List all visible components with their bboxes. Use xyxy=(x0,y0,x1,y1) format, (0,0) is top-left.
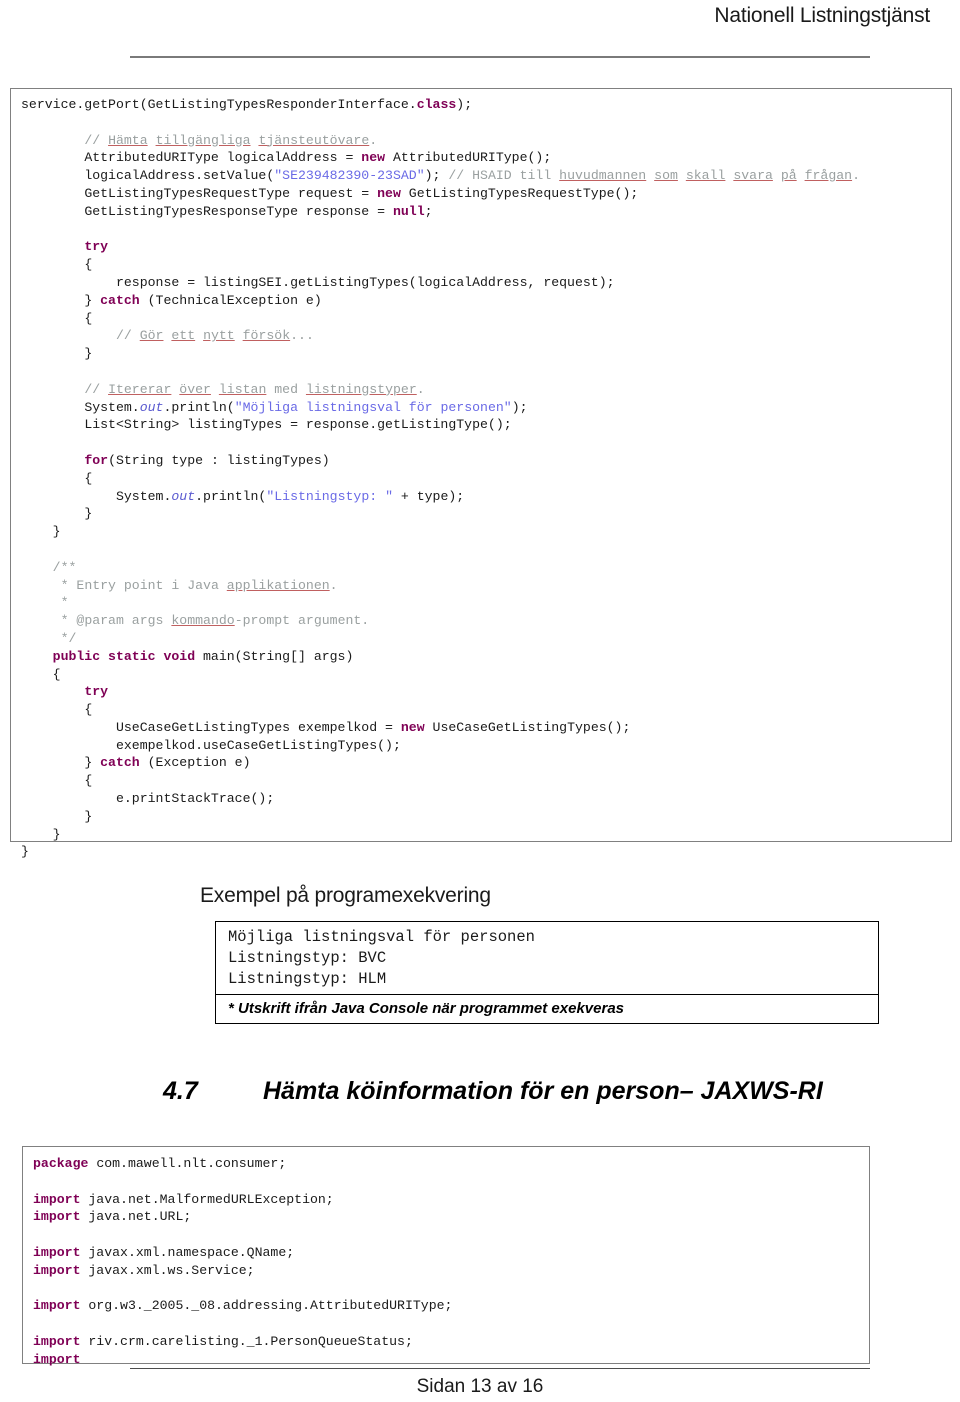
console-output-text: Möjliga listningsval för personen Listni… xyxy=(228,928,535,988)
code-block-bottom: package com.mawell.nlt.consumer; import … xyxy=(22,1146,870,1367)
code-block-top: service.getPort(GetListingTypesResponder… xyxy=(10,88,952,859)
section-number: 4.7 xyxy=(163,1077,198,1105)
console-output-note: * Utskrift ifrån Java Console när progra… xyxy=(216,994,878,1023)
header-divider xyxy=(130,56,870,58)
section-title: Hämta köinformation för en person– JAXWS… xyxy=(263,1077,823,1105)
console-output-box: Möjliga listningsval för personen Listni… xyxy=(215,921,879,1024)
section-heading: 4.7 Hämta köinformation för en person– JA… xyxy=(163,1077,823,1106)
footer-divider xyxy=(130,1368,870,1369)
example-section-title: Exempel på programexekvering xyxy=(200,884,491,907)
page-title: Nationell Listningstjänst xyxy=(714,4,930,27)
footer-page-number: Sidan 13 av 16 xyxy=(416,1376,544,1397)
